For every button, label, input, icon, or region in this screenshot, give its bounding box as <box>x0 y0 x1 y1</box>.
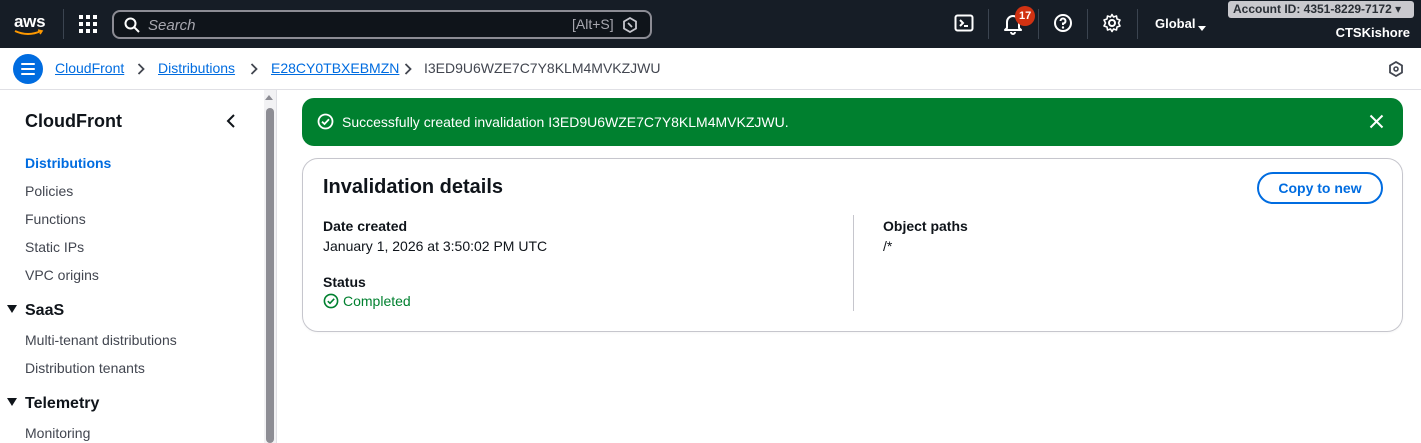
sidebar-item-static-ips[interactable]: Static IPs <box>25 239 84 255</box>
account-id-menu[interactable]: Account ID: 4351-8229-7172 ▾ <box>1228 1 1414 18</box>
chevron-right-icon <box>250 62 258 80</box>
sidebar-section-label: Telemetry <box>25 395 100 412</box>
search-shortcut-hint: [Alt+S] <box>572 16 614 32</box>
search-box[interactable]: [Alt+S] <box>112 10 652 39</box>
sidebar-section-label: SaaS <box>25 302 65 319</box>
sidenav-title[interactable]: CloudFront <box>25 111 122 132</box>
sidebar-section-telemetry[interactable]: Telemetry <box>7 395 99 413</box>
caret-down-icon <box>7 304 17 313</box>
amazon-q-icon[interactable] <box>1388 60 1404 82</box>
help-icon[interactable] <box>1053 13 1075 35</box>
nav-divider <box>1137 9 1138 39</box>
side-navigation: CloudFront Distributions Policies Functi… <box>0 90 264 443</box>
sidebar-item-monitoring[interactable]: Monitoring <box>25 425 90 441</box>
sidebar-item-vpc-origins[interactable]: VPC origins <box>25 267 99 283</box>
date-created-label: Date created <box>323 218 408 234</box>
check-circle-icon <box>317 113 334 135</box>
close-icon[interactable] <box>1369 114 1384 134</box>
user-menu[interactable]: CTSKishore <box>1336 25 1410 40</box>
nav-divider <box>988 9 989 39</box>
object-paths-label: Object paths <box>883 218 968 234</box>
menu-toggle-button[interactable] <box>13 54 43 84</box>
success-flash-banner: Successfully created invalidation I3ED9U… <box>302 98 1403 146</box>
copy-to-new-button[interactable]: Copy to new <box>1257 172 1383 204</box>
object-paths-value: /* <box>883 238 893 254</box>
sidebar-item-distributions[interactable]: Distributions <box>25 155 111 171</box>
chevron-right-icon <box>404 62 412 80</box>
amazon-q-icon[interactable] <box>622 16 638 38</box>
search-icon <box>124 17 140 38</box>
sidebar-item-distribution-tenants[interactable]: Distribution tenants <box>25 360 145 376</box>
region-selector[interactable]: Global <box>1155 16 1195 31</box>
cloudshell-icon[interactable] <box>954 13 976 35</box>
date-created-value: January 1, 2026 at 3:50:02 PM UTC <box>323 238 548 254</box>
column-divider <box>853 215 854 311</box>
check-circle-icon <box>323 293 339 309</box>
nav-divider <box>1038 9 1039 39</box>
sidebar-item-functions[interactable]: Functions <box>25 211 86 227</box>
sidenav-scrollbar[interactable] <box>264 90 277 443</box>
notification-badge: 17 <box>1015 6 1036 26</box>
aws-logo[interactable]: aws <box>12 10 48 38</box>
flash-message: Successfully created invalidation I3ED9U… <box>342 114 789 130</box>
breadcrumb-distributions[interactable]: Distributions <box>158 60 235 76</box>
nav-divider <box>63 9 64 39</box>
breadcrumb-cloudfront[interactable]: CloudFront <box>55 60 124 76</box>
sidebar-item-policies[interactable]: Policies <box>25 183 73 199</box>
sidebar-section-saas[interactable]: SaaS <box>7 302 64 320</box>
nav-divider <box>1087 9 1088 39</box>
collapse-nav-icon[interactable] <box>226 113 236 134</box>
scroll-up-icon[interactable] <box>265 95 273 100</box>
panel-title: Invalidation details <box>323 176 504 198</box>
gear-icon[interactable] <box>1102 13 1124 35</box>
breadcrumb-bar: CloudFront Distributions E28CY0TBXEBMZN … <box>0 48 1421 90</box>
chevron-down-icon[interactable] <box>1197 20 1207 38</box>
status-indicator: Completed <box>323 293 411 310</box>
breadcrumb-distribution-id[interactable]: E28CY0TBXEBMZN <box>271 60 399 76</box>
breadcrumb-invalidation-id: I3ED9U6WZE7C7Y8KLM4MVKZJWU <box>424 60 661 76</box>
invalidation-details-panel: Invalidation details Copy to new Date cr… <box>302 158 1403 332</box>
apps-grid-icon[interactable] <box>79 15 97 33</box>
scrollbar-thumb[interactable] <box>266 108 274 443</box>
sidebar-item-multi-tenant-distributions[interactable]: Multi-tenant distributions <box>25 332 177 348</box>
caret-down-icon <box>7 397 17 406</box>
status-value: Completed <box>343 293 411 309</box>
search-input[interactable] <box>148 15 568 35</box>
status-label: Status <box>323 274 366 290</box>
chevron-right-icon <box>137 62 145 80</box>
top-navigation: aws [Alt+S] 17 Global Account <box>0 0 1421 48</box>
